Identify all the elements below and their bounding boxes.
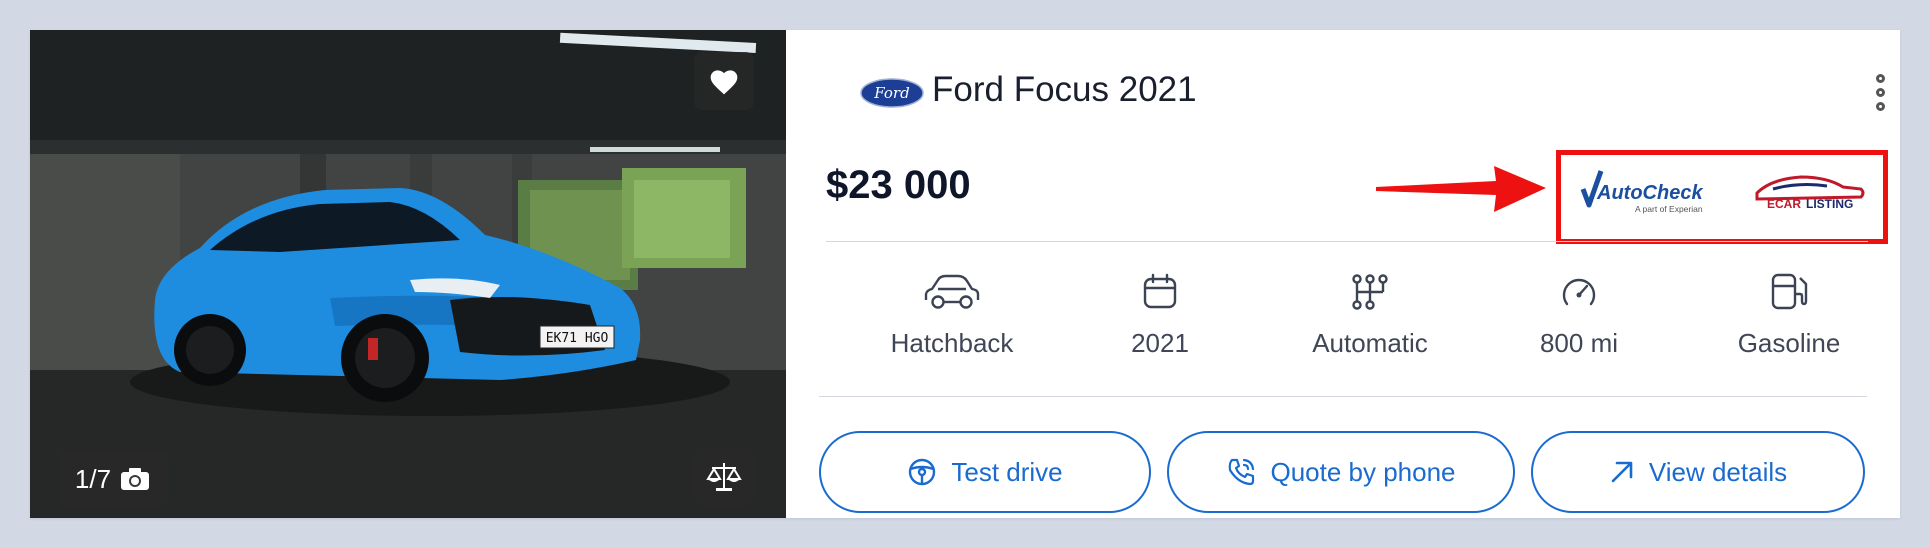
spec-label: 800 mi: [1539, 328, 1619, 358]
view-details-button[interactable]: View details: [1531, 431, 1865, 513]
quote-by-phone-label: Quote by phone: [1270, 456, 1456, 487]
fuel-icon: [1771, 273, 1808, 310]
autocheck-subtitle: A part of Experian: [1635, 204, 1703, 214]
speedometer-icon: [1562, 278, 1596, 306]
spec-body-type: Hatchback: [852, 268, 1052, 359]
photo-counter-text: 1/7: [74, 463, 112, 494]
view-details-label: View details: [1648, 456, 1788, 487]
red-arrow-annotation: [1376, 166, 1546, 212]
car-photo-scene: EK71 HGO: [30, 30, 786, 518]
spec-label: Automatic: [1312, 328, 1428, 358]
listing-card: EK71 HGO 1/7 Ford Ford Focus 2021 $23 00…: [30, 30, 1900, 518]
listing-price: $23 000: [826, 163, 971, 207]
spec-label: Gasoline: [1737, 328, 1841, 358]
spec-transmission: Automatic: [1270, 268, 1470, 359]
divider: [819, 396, 1867, 397]
listing-title[interactable]: Ford Focus 2021: [932, 70, 1197, 110]
spec-mileage: 800 mi: [1479, 268, 1679, 359]
spec-year: 2021: [1060, 268, 1260, 359]
photo-counter[interactable]: 1/7: [58, 452, 168, 506]
calendar-icon: [1143, 273, 1177, 309]
steering-wheel-icon: [909, 458, 936, 486]
camera-icon: [121, 468, 150, 490]
favorite-button[interactable]: [694, 52, 754, 110]
listing-info: Ford Ford Focus 2021 $23 000 AutoCheck A…: [786, 30, 1900, 518]
car-body-icon: [924, 274, 980, 309]
dot-icon: [1875, 87, 1885, 97]
test-drive-label: Test drive: [951, 456, 1063, 487]
ford-logo-text: Ford: [873, 84, 909, 102]
spec-label: 2021: [1131, 328, 1189, 358]
history-badges: AutoCheck A part of Experian ECAR LISTIN…: [1580, 170, 1865, 214]
heart-icon: [710, 70, 738, 95]
gearbox-icon: [1352, 274, 1388, 310]
ford-logo-icon: Ford: [860, 78, 924, 108]
ecarlisting-name-b: LISTING: [1806, 197, 1853, 211]
spec-label: Hatchback: [890, 328, 1014, 358]
dot-icon: [1875, 73, 1885, 83]
divider: [826, 241, 1868, 242]
test-drive-button[interactable]: Test drive: [819, 431, 1151, 513]
compare-button[interactable]: [694, 448, 754, 506]
arrow-up-right-icon: [1611, 461, 1633, 483]
scales-icon: [706, 463, 742, 491]
ecarlisting-badge[interactable]: ECAR LISTING: [1755, 175, 1865, 211]
autocheck-name: AutoCheck: [1596, 182, 1703, 204]
quote-by-phone-button[interactable]: Quote by phone: [1167, 431, 1515, 513]
autocheck-badge[interactable]: AutoCheck A part of Experian: [1580, 170, 1703, 214]
spec-fuel: Gasoline: [1689, 268, 1889, 359]
dot-icon: [1875, 101, 1885, 111]
phone-call-icon: [1229, 458, 1255, 486]
history-badges-highlight: AutoCheck A part of Experian ECAR LISTIN…: [1556, 150, 1888, 244]
listing-photo[interactable]: EK71 HGO 1/7: [30, 30, 786, 518]
more-options-button[interactable]: [1860, 64, 1900, 120]
license-plate: EK71 HGO: [546, 331, 609, 346]
ecarlisting-name-a: ECAR: [1767, 197, 1801, 211]
